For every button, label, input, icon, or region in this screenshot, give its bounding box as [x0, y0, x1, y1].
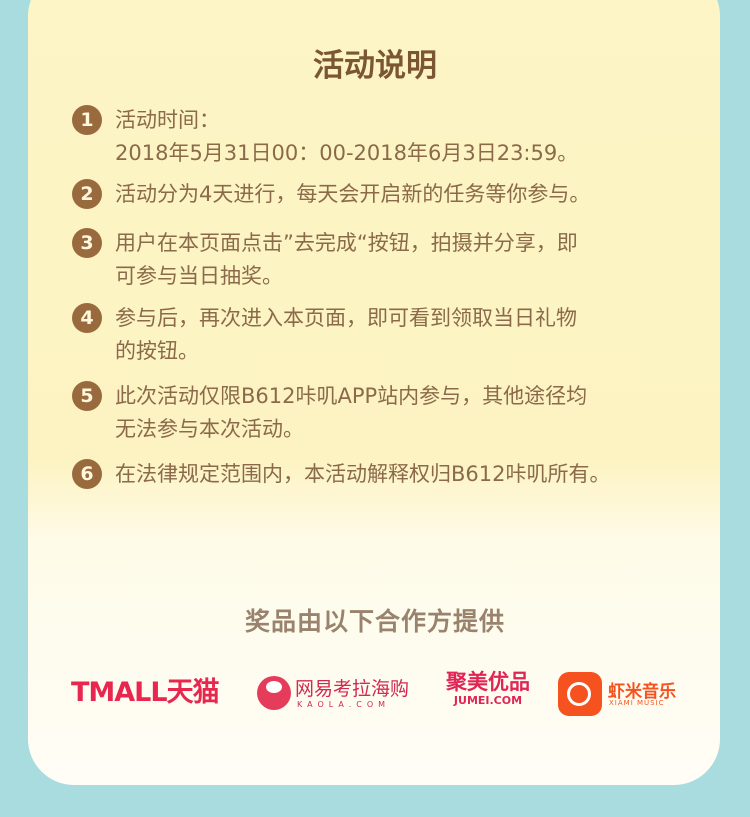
page-title: 活动说明 — [313, 48, 437, 84]
jumei-logo: 聚美优品 JUMEI.COM — [436, 670, 540, 716]
koala-face-icon — [266, 681, 282, 693]
rule-number-badge: 4 — [72, 303, 102, 333]
rule-item-3: 3 用户在本页面点击”去完成“按钮，拍摄并分享，即 可参与当日抽奖。 — [72, 227, 712, 293]
rule-text: 参与后，再次进入本页面，即可看到领取当日礼物 的按钮。 — [115, 306, 577, 363]
rule-text: 在法律规定范围内，本活动解释权归B612咔叽所有。 — [115, 462, 611, 486]
rule-number-badge: 1 — [72, 105, 102, 135]
xiami-sub: XIAMI MUSIC — [609, 699, 665, 707]
jumei-domain: JUMEI.COM — [453, 694, 523, 707]
kaola-domain: KAOLA.COM — [297, 700, 391, 709]
rule-text: 活动分为4天进行，每天会开启新的任务等你参与。 — [115, 182, 591, 206]
rule-number-badge: 5 — [72, 381, 102, 411]
xiami-icon — [558, 672, 602, 716]
rule-item-6: 6 在法律规定范围内，本活动解释权归B612咔叽所有。 — [72, 458, 712, 491]
rule-item-1: 1 活动时间： 2018年5月31日00：00-2018年6月3日23:59。 — [72, 104, 712, 170]
rule-item-5: 5 此次活动仅限B612咔叽APP站内参与，其他途径均 无法参与本次活动。 — [72, 380, 712, 446]
rule-text: 此次活动仅限B612咔叽APP站内参与，其他途径均 无法参与本次活动。 — [115, 384, 588, 441]
rule-number-badge: 6 — [72, 459, 102, 489]
rule-item-4: 4 参与后，再次进入本页面，即可看到领取当日礼物 的按钮。 — [72, 302, 712, 368]
sponsor-title: 奖品由以下合作方提供 — [244, 607, 505, 636]
tmall-logo: TMALL天猫 — [71, 677, 220, 708]
rule-item-2: 2 活动分为4天进行，每天会开启新的任务等你参与。 — [72, 178, 712, 211]
rule-number-badge: 2 — [72, 179, 102, 209]
rule-number-badge: 3 — [72, 228, 102, 258]
rule-text: 用户在本页面点击”去完成“按钮，拍摄并分享，即 可参与当日抽奖。 — [115, 231, 578, 288]
kaola-name: 网易考拉海购 — [295, 678, 410, 700]
jumei-name: 聚美优品 — [446, 670, 530, 694]
rule-text: 活动时间： 2018年5月31日00：00-2018年6月3日23:59。 — [115, 108, 579, 165]
